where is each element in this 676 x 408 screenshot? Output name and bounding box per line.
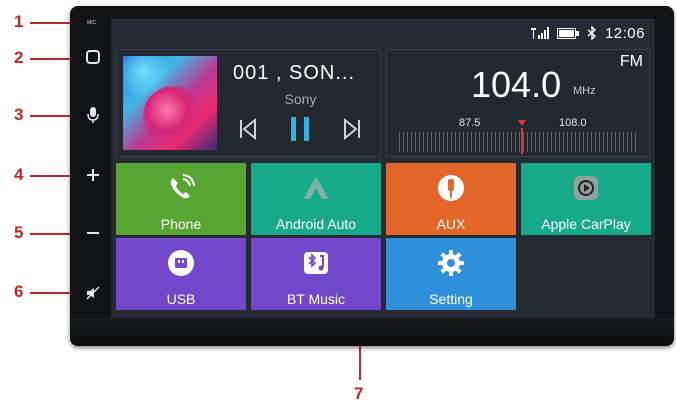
- app-label-apple-carplay: Apple CarPlay: [541, 216, 631, 232]
- radio-frequency: 104.0: [471, 64, 562, 105]
- mute-button[interactable]: [80, 282, 106, 304]
- callout-7: 7: [354, 384, 364, 403]
- app-label-bt-music: BT Music: [286, 291, 346, 307]
- voice-button[interactable]: [80, 104, 106, 126]
- tuning-scale[interactable]: [399, 132, 637, 152]
- track-title: 001 , SON...: [233, 62, 356, 84]
- bluetooth-icon: [587, 26, 596, 40]
- app-tile-android-auto[interactable]: Android Auto: [251, 163, 381, 235]
- app-label-android-auto: Android Auto: [275, 216, 357, 232]
- usb-icon: [164, 246, 198, 280]
- previous-icon: [240, 118, 256, 140]
- plus-icon: [87, 169, 99, 181]
- microphone-icon: [87, 107, 99, 123]
- tuning-needle[interactable]: [521, 128, 523, 154]
- app-tile-usb[interactable]: USB: [116, 238, 246, 310]
- next-icon: [344, 118, 360, 140]
- volume-up-button[interactable]: [80, 164, 106, 186]
- battery-icon: [556, 27, 579, 39]
- status-clock: 12:06: [604, 24, 645, 42]
- mic-label: MIC: [87, 20, 97, 26]
- app-tile-apple-carplay[interactable]: Apple CarPlay: [521, 163, 651, 235]
- app-tile-phone[interactable]: Phone: [116, 163, 246, 235]
- bt-music-icon: [299, 246, 333, 280]
- album-art: [123, 56, 217, 150]
- frequency-unit: MHz: [573, 85, 596, 97]
- minus-icon: [87, 232, 99, 234]
- previous-button[interactable]: [235, 114, 261, 144]
- radio-widget[interactable]: FM 104.0 MHz 87.5 108.0: [386, 49, 650, 157]
- pause-button[interactable]: [285, 112, 315, 146]
- callout-2: 2: [14, 48, 24, 67]
- callout-1: 1: [14, 12, 24, 31]
- app-label-setting: Setting: [429, 291, 473, 307]
- media-player-widget[interactable]: 001 , SON... Sony: [116, 49, 381, 157]
- home-icon: [86, 50, 100, 64]
- app-label-phone: Phone: [160, 216, 202, 232]
- callout-6: 6: [14, 282, 24, 301]
- tuning-needle-tip: [518, 120, 526, 126]
- app-label-aux: AUX: [436, 216, 466, 232]
- radio-band: FM: [619, 53, 643, 70]
- callout-5: 5: [14, 223, 24, 242]
- bezel-bottom-edge: [70, 318, 674, 346]
- phone-icon: [164, 171, 198, 205]
- android-auto-icon: [299, 171, 333, 205]
- carplay-icon: [569, 171, 603, 205]
- track-artist: Sony: [284, 91, 317, 107]
- signal-icon: [530, 27, 549, 39]
- next-button[interactable]: [339, 114, 365, 144]
- app-tile-setting[interactable]: Setting: [386, 238, 516, 310]
- app-label-usb: USB: [166, 291, 196, 307]
- gear-icon: [434, 246, 468, 280]
- empty-tile-slot: [521, 238, 651, 310]
- aux-icon: [434, 171, 468, 205]
- scale-min-label: 87.5: [459, 117, 481, 129]
- home-button[interactable]: [80, 46, 106, 68]
- volume-down-button[interactable]: [80, 222, 106, 244]
- status-bar: 12:06: [530, 24, 645, 42]
- scale-max-label: 108.0: [559, 117, 587, 129]
- touch-screen: 12:06 001 , SON... Sony FM 104.0 MHz 87.…: [111, 19, 655, 318]
- pause-icon: [291, 117, 309, 141]
- mute-icon: [86, 286, 100, 300]
- app-tile-bt-music[interactable]: BT Music: [251, 238, 381, 310]
- callout-3: 3: [14, 105, 24, 124]
- app-tile-aux[interactable]: AUX: [386, 163, 516, 235]
- callout-4: 4: [14, 165, 24, 184]
